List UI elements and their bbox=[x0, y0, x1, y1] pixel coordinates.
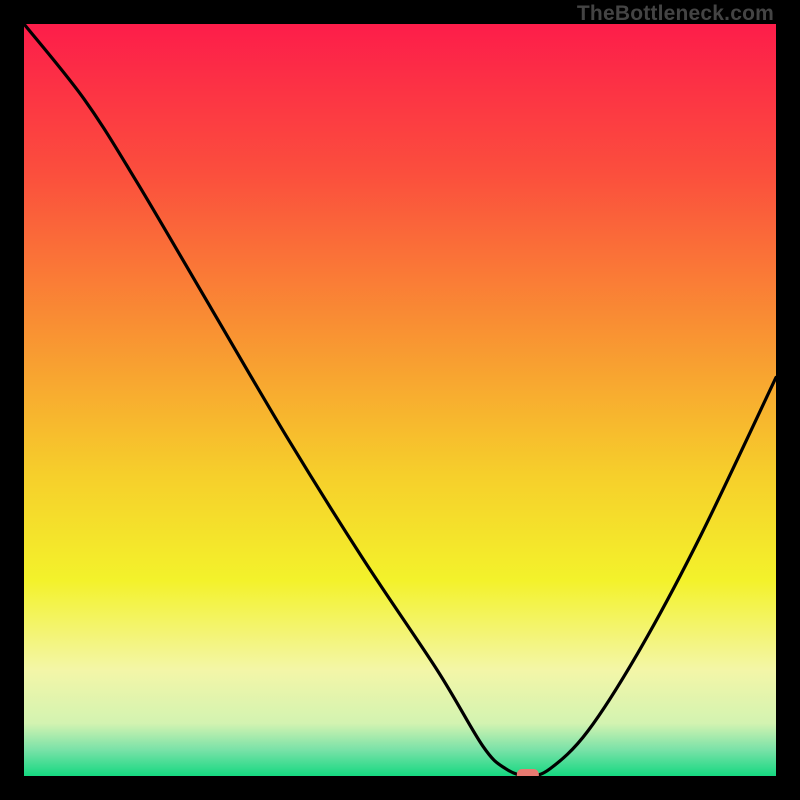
bottleneck-chart bbox=[24, 24, 776, 776]
chart-background bbox=[24, 24, 776, 776]
chart-frame bbox=[24, 24, 776, 776]
watermark-text: TheBottleneck.com bbox=[577, 2, 774, 26]
optimum-marker bbox=[517, 769, 539, 776]
